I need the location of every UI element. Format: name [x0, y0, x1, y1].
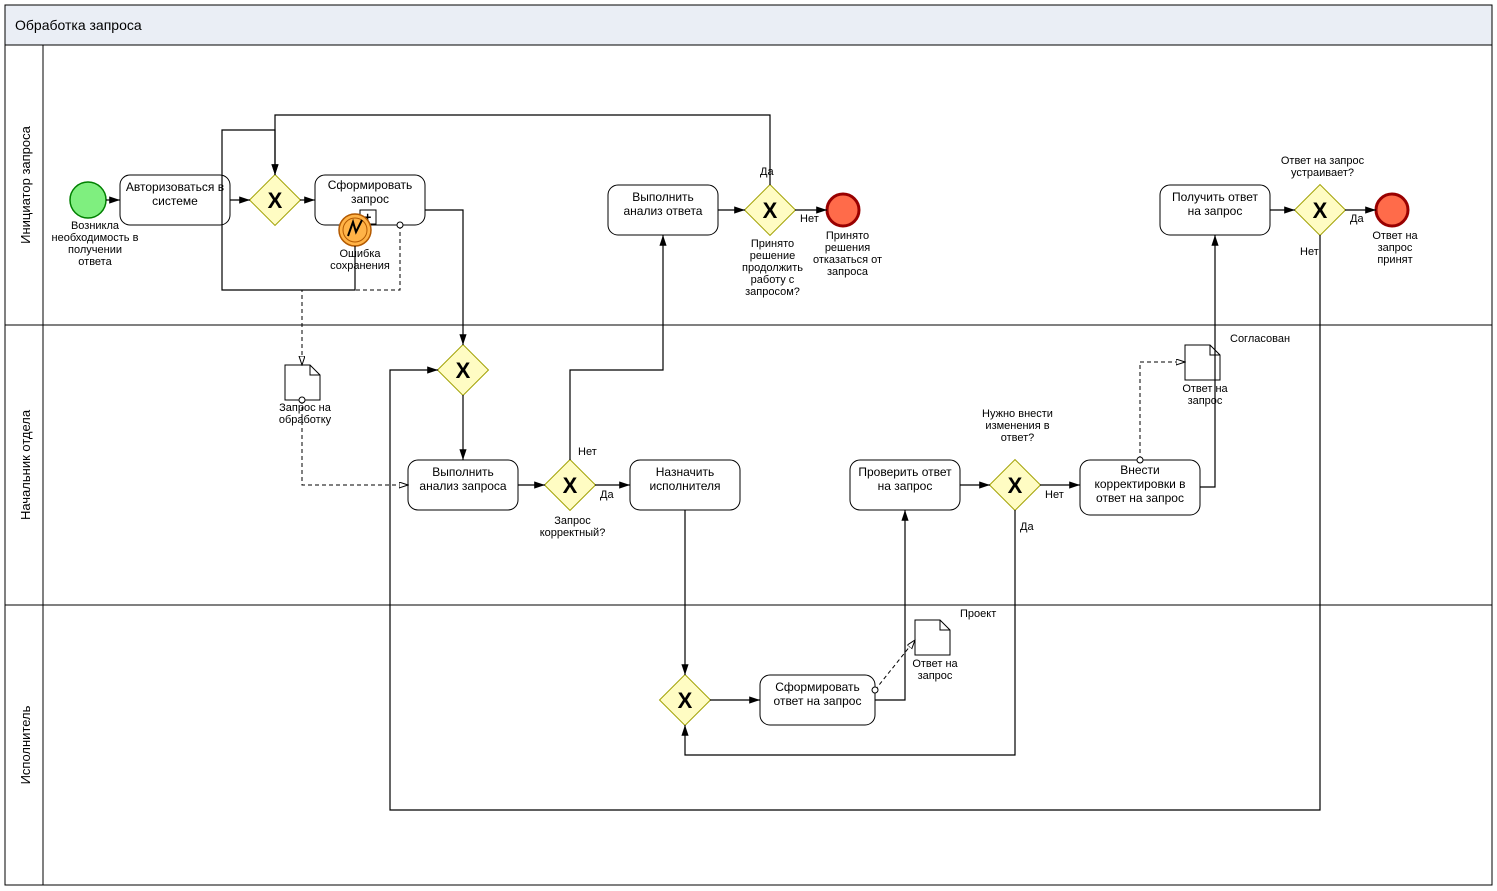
lane-3-label: Исполнитель — [18, 705, 33, 784]
gateway-changes-needed-no-label: Нет — [1045, 489, 1064, 501]
lane-2-label: Начальник отдела — [18, 409, 33, 520]
task-form-request-label: Сформировать запрос — [320, 178, 420, 206]
start-event-label: Возникла необходимость в получении ответ… — [50, 220, 140, 268]
task-assign-label: Назначить исполнителя — [635, 465, 735, 493]
gateway-continue-label: Принято решение продолжить работу с запр… — [730, 238, 815, 298]
gateway-answer-ok-no-label: Нет — [1300, 246, 1319, 258]
task-analyze-request-label: Выполнить анализ запроса — [413, 465, 513, 493]
error-event-label: Ошибка сохранения — [325, 248, 395, 272]
start-event — [70, 182, 106, 218]
task-analyze-answer-label: Выполнить анализ ответа — [613, 190, 713, 218]
gateway-continue-yes-label: Да — [760, 166, 774, 178]
svg-text:X: X — [763, 198, 778, 223]
gateway-answer-ok-yes-label: Да — [1350, 213, 1364, 225]
lane-3 — [43, 605, 1492, 885]
svg-text:X: X — [1313, 198, 1328, 223]
document-request — [285, 365, 320, 400]
task-auth-label: Авторизоваться в системе — [125, 180, 225, 208]
svg-text:X: X — [1008, 473, 1023, 498]
svg-text:X: X — [678, 688, 693, 713]
end-event-refuse-label: Принято решения отказаться от запроса — [805, 230, 890, 278]
lane-1-label: Инициатор запроса — [18, 125, 33, 244]
svg-text:X: X — [456, 358, 471, 383]
gateway-request-correct-no-label: Нет — [578, 446, 597, 458]
end-event-accepted — [1376, 194, 1408, 226]
pool-title: Обработка запроса — [15, 17, 142, 33]
gateway-request-correct-yes-label: Да — [600, 489, 614, 501]
task-edit-answer-label: Внести корректировки в ответ на запрос — [1085, 463, 1195, 505]
task-check-answer-label: Проверить ответ на запрос — [855, 465, 955, 493]
document-draft-state: Проект — [960, 608, 996, 620]
gateway-request-correct-label: Запрос корректный? — [535, 515, 610, 539]
gateway-changes-needed-label: Нужно внести изменения в ответ? — [975, 408, 1060, 444]
document-approved-state: Согласован — [1230, 333, 1290, 345]
task-form-answer-label: Сформировать ответ на запрос — [765, 680, 870, 708]
gateway-answer-ok-label: Ответ на запрос устраивает? — [1270, 155, 1375, 179]
svg-text:X: X — [563, 473, 578, 498]
lane-2 — [43, 325, 1492, 605]
gateway-changes-needed-yes-label: Да — [1020, 521, 1034, 533]
end-event-refuse — [827, 194, 859, 226]
document-draft-answer — [915, 620, 950, 655]
gateway-continue-no-label: Нет — [800, 213, 819, 225]
svg-text:X: X — [268, 188, 283, 213]
document-draft-label: Ответ на запрос — [905, 658, 965, 682]
pool-header — [5, 5, 1492, 45]
end-event-accepted-label: Ответ на запрос принят — [1360, 230, 1430, 266]
task-get-answer-label: Получить ответ на запрос — [1165, 190, 1265, 218]
document-approved-label: Ответ на запрос — [1175, 383, 1235, 407]
document-request-label: Запрос на обработку — [265, 402, 345, 426]
error-boundary-event — [339, 214, 371, 246]
